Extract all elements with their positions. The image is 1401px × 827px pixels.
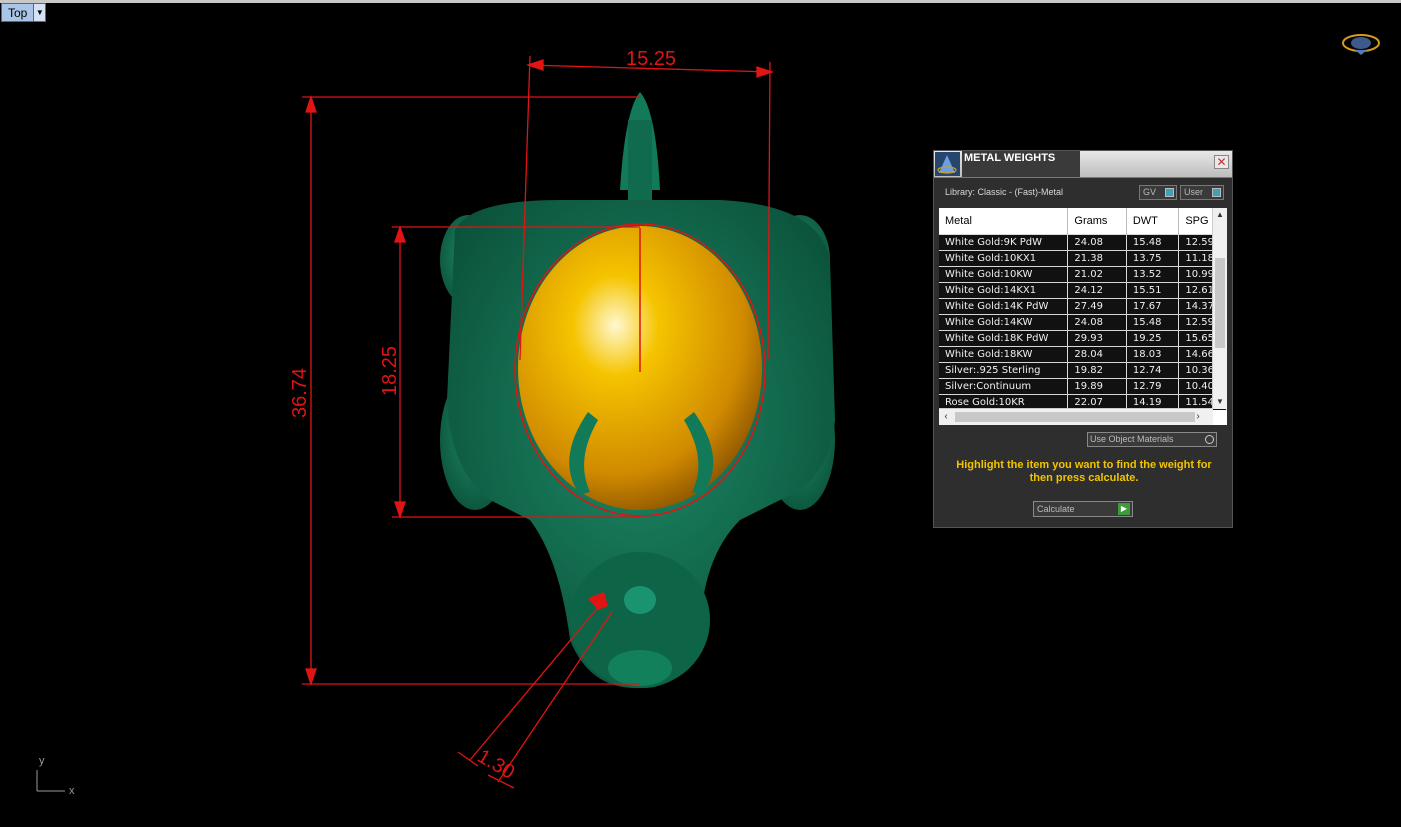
table-row[interactable]: White Gold:9K PdW 24.08 15.48 12.59	[939, 234, 1227, 251]
radio-icon[interactable]	[1205, 435, 1214, 444]
user-toggle[interactable]: User	[1180, 185, 1224, 200]
app-logo-icon	[1342, 34, 1380, 55]
table-cell[interactable]: White Gold:18K PdW	[939, 330, 1069, 347]
metal-table[interactable]: Metal Grams DWT SPG White Gold:9K PdW 24.…	[939, 208, 1227, 425]
calculate-label: Calculate	[1037, 504, 1075, 514]
table-cell[interactable]: 12.79	[1126, 378, 1180, 395]
column-header-grams[interactable]: Grams	[1067, 208, 1127, 235]
table-cell[interactable]: White Gold:18KW	[939, 346, 1069, 363]
axis-x-label: x	[69, 785, 75, 797]
calculate-button[interactable]: Calculate ▶	[1033, 501, 1133, 517]
table-row[interactable]: White Gold:10KX1 21.38 13.75 11.18	[939, 250, 1227, 267]
table-cell[interactable]: 17.67	[1126, 298, 1180, 315]
dim-width-label: 15.25	[626, 48, 676, 70]
horizontal-scrollbar[interactable]: ‹ ›	[939, 408, 1213, 425]
table-cell[interactable]: 28.04	[1067, 346, 1127, 363]
view-name-label[interactable]: Top	[2, 4, 33, 21]
column-header-dwt[interactable]: DWT	[1126, 208, 1180, 235]
scroll-down-icon[interactable]: ▼	[1213, 395, 1227, 409]
table-row[interactable]: Silver:Continuum 19.89 12.79 10.40	[939, 378, 1227, 395]
table-cell[interactable]: 21.02	[1067, 266, 1127, 283]
table-cell[interactable]: 18.03	[1126, 346, 1180, 363]
dim-thickness-label: 1.30	[474, 745, 519, 784]
scroll-left-icon[interactable]: ‹	[939, 409, 953, 425]
table-cell[interactable]: 24.08	[1067, 234, 1127, 251]
panel-logo-icon	[935, 152, 960, 176]
user-toggle-knob[interactable]	[1212, 188, 1221, 197]
metal-weights-panel: METAL WEIGHTS ✕ Library: Classic - (Fast…	[933, 150, 1233, 528]
table-row[interactable]: White Gold:10KW 21.02 13.52 10.99	[939, 266, 1227, 283]
table-cell[interactable]: 15.48	[1126, 234, 1180, 251]
library-label: Library: Classic - (Fast)-Metal	[945, 187, 1064, 197]
table-row[interactable]: White Gold:14K PdW 27.49 17.67 14.37	[939, 298, 1227, 315]
table-cell[interactable]: 12.74	[1126, 362, 1180, 379]
table-cell[interactable]: 13.75	[1126, 250, 1180, 267]
table-cell[interactable]: White Gold:10KW	[939, 266, 1069, 283]
table-cell[interactable]: Silver:.925 Sterling	[939, 362, 1069, 379]
column-header-metal[interactable]: Metal	[939, 208, 1069, 235]
chevron-down-icon[interactable]: ▼	[33, 4, 46, 21]
table-cell[interactable]: 19.25	[1126, 330, 1180, 347]
scroll-up-icon[interactable]: ▲	[1213, 208, 1227, 222]
table-row[interactable]: White Gold:14KX1 24.12 15.51 12.61	[939, 282, 1227, 299]
table-cell[interactable]: White Gold:14K PdW	[939, 298, 1069, 315]
dim-inner-height-label: 18.25	[379, 346, 401, 396]
table-cell[interactable]: Silver:Continuum	[939, 378, 1069, 395]
vertical-scroll-thumb[interactable]	[1215, 258, 1225, 348]
table-cell[interactable]: 24.12	[1067, 282, 1127, 299]
play-icon[interactable]: ▶	[1118, 503, 1130, 515]
table-cell[interactable]: 27.49	[1067, 298, 1127, 315]
close-icon[interactable]: ✕	[1214, 155, 1229, 169]
gv-toggle[interactable]: GV	[1139, 185, 1177, 200]
axis-y-label: y	[39, 755, 45, 767]
horizontal-scroll-thumb[interactable]	[955, 412, 1195, 422]
table-row[interactable]: Silver:.925 Sterling 19.82 12.74 10.36	[939, 362, 1227, 379]
table-row[interactable]: White Gold:18KW 28.04 18.03 14.66	[939, 346, 1227, 363]
table-cell[interactable]: 21.38	[1067, 250, 1127, 267]
table-cell[interactable]: White Gold:14KX1	[939, 282, 1069, 299]
vertical-scrollbar[interactable]: ▲ ▼	[1212, 208, 1227, 409]
table-cell[interactable]: 15.51	[1126, 282, 1180, 299]
table-cell[interactable]: White Gold:10KX1	[939, 250, 1069, 267]
gv-toggle-knob[interactable]	[1165, 188, 1174, 197]
gv-toggle-label: GV	[1143, 187, 1157, 197]
table-row[interactable]: White Gold:14KW 24.08 15.48 12.59	[939, 314, 1227, 331]
table-cell[interactable]: 24.08	[1067, 314, 1127, 331]
table-cell[interactable]: 19.89	[1067, 378, 1127, 395]
user-toggle-label: User	[1184, 187, 1204, 197]
hint-text: Highlight the item you want to find the …	[956, 459, 1212, 484]
table-cell[interactable]: 15.48	[1126, 314, 1180, 331]
table-row[interactable]: White Gold:18K PdW 29.93 19.25 15.65	[939, 330, 1227, 347]
dim-height-label: 36.74	[289, 368, 311, 418]
table-cell[interactable]: 19.82	[1067, 362, 1127, 379]
panel-header[interactable]: METAL WEIGHTS ✕	[934, 151, 1232, 178]
use-object-materials-option[interactable]: Use Object Materials	[1087, 432, 1217, 447]
scroll-right-icon[interactable]: ›	[1191, 409, 1205, 425]
table-cell[interactable]: White Gold:14KW	[939, 314, 1069, 331]
panel-title: METAL WEIGHTS	[962, 151, 1080, 177]
axis-indicator	[36, 770, 65, 792]
table-cell[interactable]: 29.93	[1067, 330, 1127, 347]
table-cell[interactable]: White Gold:9K PdW	[939, 234, 1069, 251]
table-cell[interactable]: 13.52	[1126, 266, 1180, 283]
view-tab[interactable]: Top ▼	[1, 3, 47, 22]
use-object-materials-label: Use Object Materials	[1090, 434, 1174, 444]
